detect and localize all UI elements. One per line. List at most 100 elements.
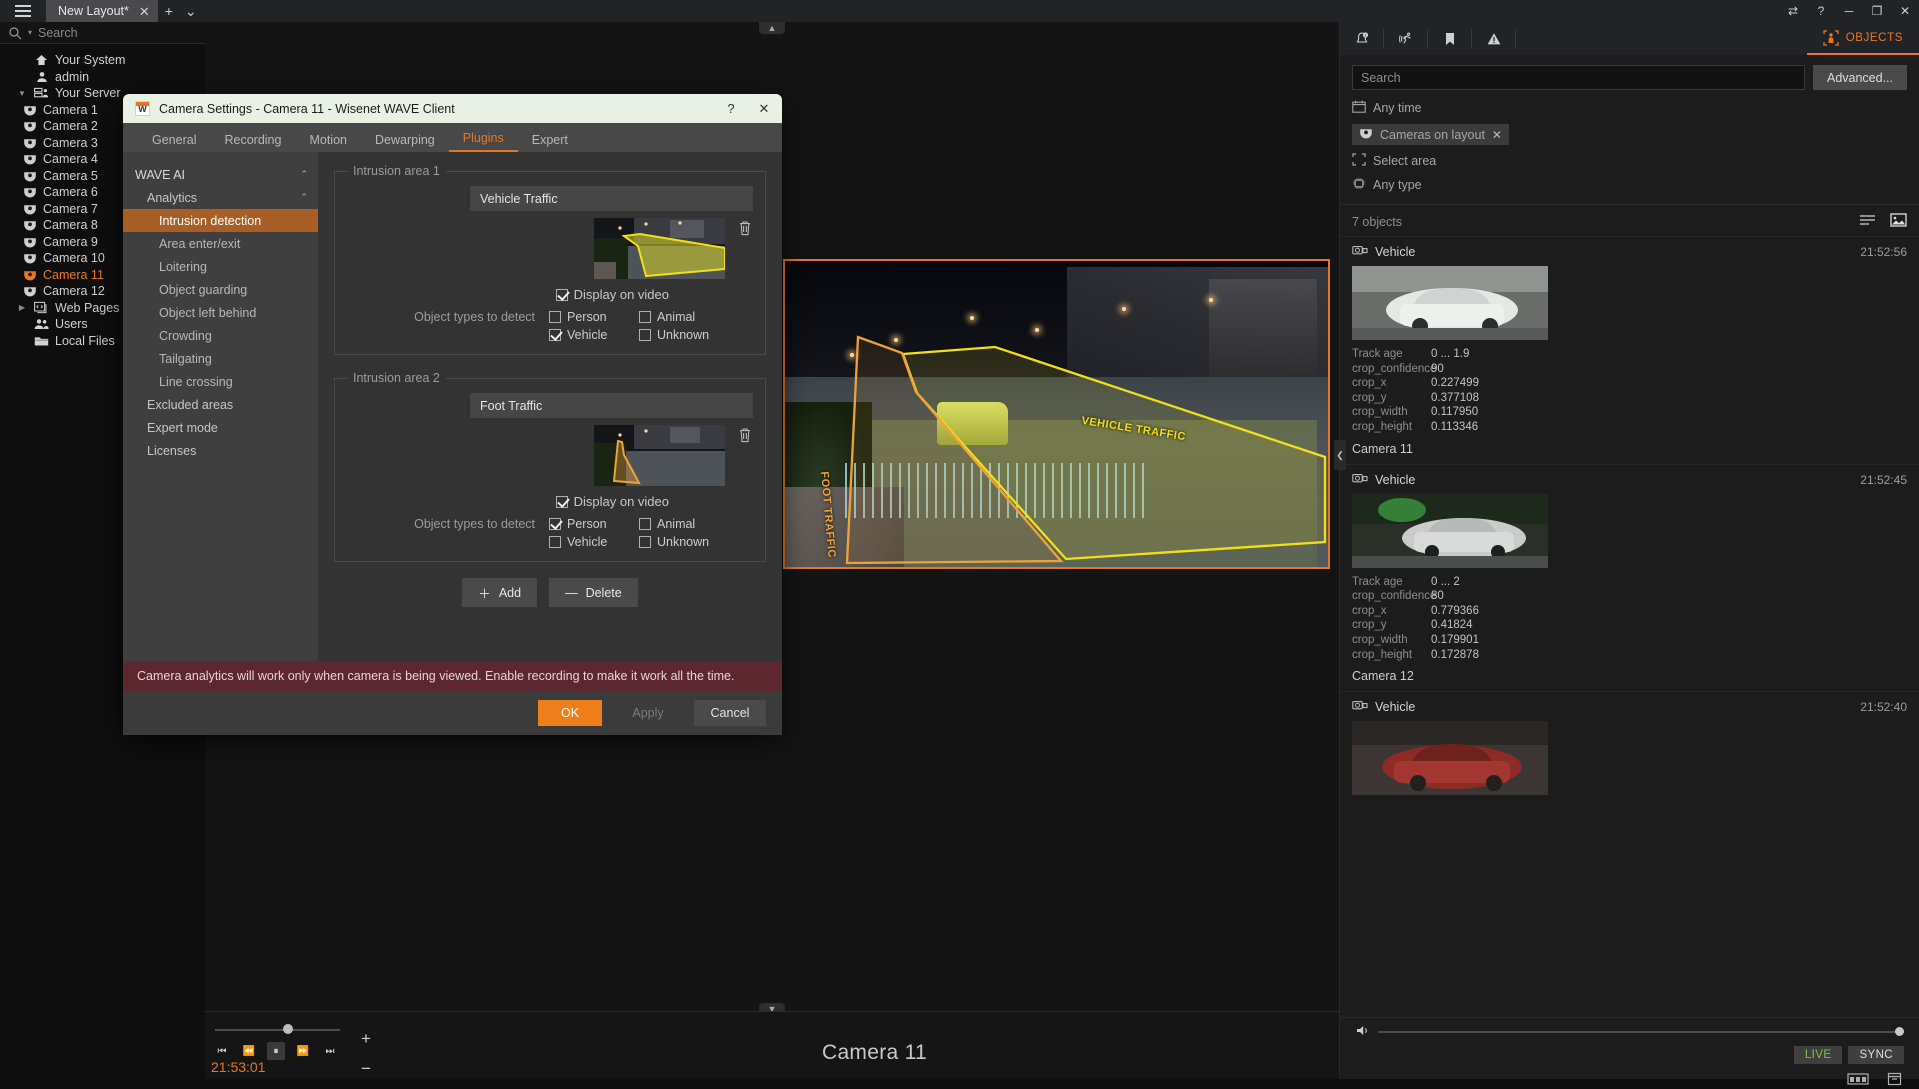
list-view-icon[interactable] bbox=[1859, 214, 1876, 229]
chevron-down-icon[interactable]: ▾ bbox=[28, 28, 32, 37]
object-thumbnail[interactable] bbox=[1352, 494, 1548, 568]
objects-view-toggle[interactable] bbox=[1859, 213, 1907, 230]
sidebar-item-your-system[interactable]: Your System bbox=[0, 52, 205, 69]
object-type-animal[interactable]: Animal bbox=[639, 310, 723, 324]
live-sync-buttons[interactable]: LIVE SYNC bbox=[1340, 1040, 1919, 1064]
display-on-video-row[interactable]: Display on video bbox=[347, 494, 753, 509]
object-types-row-1[interactable]: Object types to detectPersonAnimal bbox=[347, 310, 753, 324]
layout-tab[interactable]: New Layout* ✕ bbox=[46, 0, 158, 22]
ok-button[interactable]: OK bbox=[538, 700, 602, 726]
timeline-zoom-slider[interactable] bbox=[215, 1024, 340, 1036]
objects-list[interactable]: Vehicle21:52:56Track age0 ... 1.9crop_co… bbox=[1340, 236, 1919, 803]
notifications-icon[interactable]: 1 bbox=[1340, 22, 1384, 55]
plugin-nav-crowding[interactable]: Crowding bbox=[123, 324, 318, 347]
resource-search[interactable]: ▾ Search bbox=[0, 22, 205, 44]
dialog-tab-plugins[interactable]: Plugins bbox=[449, 131, 518, 152]
object-type-unknown[interactable]: Unknown bbox=[639, 535, 723, 549]
dialog-tab-general[interactable]: General bbox=[138, 133, 210, 152]
scroll-up-handle[interactable]: ▲ bbox=[759, 22, 785, 34]
calendar-icon[interactable] bbox=[1847, 1071, 1869, 1089]
display-on-video-row[interactable]: Display on video bbox=[347, 287, 753, 302]
objects-filter-any-type[interactable]: Any type bbox=[1340, 173, 1919, 197]
speaker-icon[interactable] bbox=[1356, 1024, 1371, 1040]
help-icon[interactable]: ? bbox=[1807, 0, 1835, 22]
plugin-nav-expert-mode[interactable]: Expert mode bbox=[123, 416, 318, 439]
add-area-button[interactable]: ＋ Add bbox=[462, 578, 537, 607]
object-type-animal[interactable]: Animal bbox=[639, 517, 723, 531]
chevron-up-icon[interactable]: ⌃ bbox=[300, 169, 308, 180]
chevron-down-icon[interactable]: ⌄ bbox=[180, 0, 202, 22]
objects-filter-any-time[interactable]: Any time bbox=[1340, 96, 1919, 120]
object-type-unknown[interactable]: Unknown bbox=[639, 328, 723, 342]
chevron-up-icon[interactable]: ⌃ bbox=[300, 192, 308, 203]
sync-icon[interactable]: ⇄ bbox=[1779, 0, 1807, 22]
right-panel-tabs[interactable]: 1 OBJECTS bbox=[1340, 22, 1919, 55]
objects-search-row[interactable]: Search Advanced... bbox=[1340, 55, 1919, 96]
dialog-close-button[interactable]: ✕ bbox=[752, 97, 776, 121]
dialog-tab-recording[interactable]: Recording bbox=[210, 133, 295, 152]
plugin-nav-line-crossing[interactable]: Line crossing bbox=[123, 370, 318, 393]
object-card[interactable]: Vehicle21:52:40 bbox=[1340, 691, 1919, 803]
area-name-input[interactable]: Foot Traffic bbox=[470, 393, 753, 418]
object-type-person[interactable]: Person bbox=[549, 517, 633, 531]
area-name-input[interactable]: Vehicle Traffic bbox=[470, 186, 753, 211]
panel-collapse-handle[interactable]: ❮ bbox=[1334, 440, 1346, 470]
dialog-help-button[interactable]: ? bbox=[719, 97, 743, 121]
camera-tile[interactable]: VEHICLE TRAFFIC FOOT TRAFFIC bbox=[783, 259, 1330, 569]
objects-filter-select-area[interactable]: Select area bbox=[1340, 149, 1919, 173]
maximize-button[interactable]: ❐ bbox=[1863, 0, 1891, 22]
animal-checkbox[interactable] bbox=[639, 311, 651, 323]
object-card[interactable]: Vehicle21:52:56Track age0 ... 1.9crop_co… bbox=[1340, 236, 1919, 464]
plugin-nav-object-left-behind[interactable]: Object left behind bbox=[123, 301, 318, 324]
grid-view-icon[interactable] bbox=[1890, 213, 1907, 230]
bookmark-icon[interactable] bbox=[1428, 22, 1472, 55]
sync-button[interactable]: SYNC bbox=[1848, 1046, 1904, 1064]
object-thumbnail[interactable] bbox=[1352, 266, 1548, 340]
plugin-nav-excluded-areas[interactable]: Excluded areas bbox=[123, 393, 318, 416]
plugin-nav-intrusion-detection[interactable]: Intrusion detection bbox=[123, 209, 318, 232]
slider-knob[interactable] bbox=[283, 1024, 293, 1034]
object-thumbnail[interactable] bbox=[1352, 721, 1548, 795]
area-actions[interactable]: ＋ Add — Delete bbox=[334, 578, 766, 607]
archive-icon[interactable] bbox=[1887, 1071, 1902, 1089]
volume-control[interactable] bbox=[1340, 1018, 1919, 1040]
objects-filters[interactable]: Any timeCameras on layout✕Select areaAny… bbox=[1340, 96, 1919, 197]
main-menu-button[interactable] bbox=[0, 0, 46, 22]
unknown-checkbox[interactable] bbox=[639, 536, 651, 548]
dialog-tab-dewarping[interactable]: Dewarping bbox=[361, 133, 449, 152]
object-type-person[interactable]: Person bbox=[549, 310, 633, 324]
minimize-button[interactable]: ─ bbox=[1835, 0, 1863, 22]
sidebar-item-admin[interactable]: admin bbox=[0, 69, 205, 86]
plugin-nav-analytics[interactable]: Analytics⌃ bbox=[123, 186, 318, 209]
advanced-search-button[interactable]: Advanced... bbox=[1813, 65, 1907, 90]
trash-icon[interactable] bbox=[737, 425, 753, 443]
plugins-nav[interactable]: WAVE AI⌃Analytics⌃Intrusion detectionAre… bbox=[123, 152, 318, 661]
twisty-icon[interactable]: ▶ bbox=[16, 303, 28, 312]
object-types-row-2[interactable]: VehicleUnknown bbox=[347, 535, 753, 549]
vehicle-checkbox[interactable] bbox=[549, 536, 561, 548]
camera-settings-dialog[interactable]: W Camera Settings - Camera 11 - Wisenet … bbox=[123, 94, 782, 735]
plugin-nav-area-enter-exit[interactable]: Area enter/exit bbox=[123, 232, 318, 255]
plugin-settings-pane[interactable]: Intrusion area 1Vehicle TrafficDisplay o… bbox=[318, 152, 782, 661]
dialog-tabs[interactable]: GeneralRecordingMotionDewarpingPluginsEx… bbox=[123, 123, 782, 152]
cancel-button[interactable]: Cancel bbox=[694, 700, 766, 726]
dialog-tab-expert[interactable]: Expert bbox=[518, 133, 582, 152]
dialog-tab-motion[interactable]: Motion bbox=[295, 133, 361, 152]
tab-objects[interactable]: OBJECTS bbox=[1807, 22, 1919, 55]
add-layout-button[interactable]: + bbox=[158, 0, 180, 22]
twisty-icon[interactable]: ▼ bbox=[16, 89, 28, 98]
object-types-row-1[interactable]: Object types to detectPersonAnimal bbox=[347, 517, 753, 531]
apply-button[interactable]: Apply bbox=[612, 700, 684, 726]
volume-track[interactable] bbox=[1378, 1031, 1904, 1033]
motion-icon[interactable] bbox=[1384, 22, 1428, 55]
delete-area-button[interactable]: — Delete bbox=[549, 578, 638, 607]
footer-icons[interactable] bbox=[1340, 1064, 1919, 1089]
dialog-footer[interactable]: OK Apply Cancel bbox=[123, 691, 782, 735]
plugin-nav-loitering[interactable]: Loitering bbox=[123, 255, 318, 278]
vehicle-checkbox[interactable] bbox=[549, 329, 561, 341]
plugin-nav-tailgating[interactable]: Tailgating bbox=[123, 347, 318, 370]
area-polygon-preview[interactable] bbox=[594, 218, 725, 279]
close-window-button[interactable]: ✕ bbox=[1891, 0, 1919, 22]
objects-filter-cameras-on-layout[interactable]: Cameras on layout✕ bbox=[1340, 120, 1919, 149]
objects-search-input[interactable]: Search bbox=[1352, 65, 1805, 90]
